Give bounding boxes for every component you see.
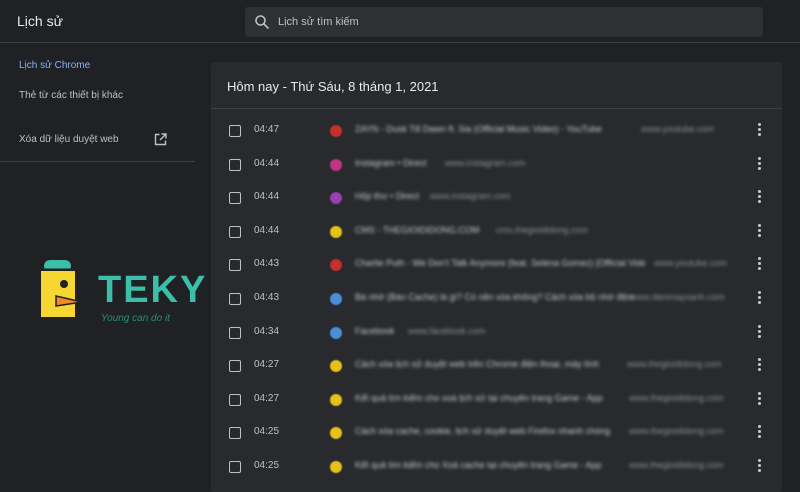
visit-time: 04:34 (254, 325, 280, 337)
history-row[interactable]: 04:27 Kết quả tìm kiếm cho xoá lịch sử tạ… (211, 384, 782, 417)
domain-label: www.youtube.com (641, 124, 715, 134)
row-checkbox[interactable] (229, 326, 241, 339)
history-row[interactable]: 04:43 Bà nhớ (Bàn Cache) là gì? Có nên xó… (211, 283, 782, 316)
visit-time: 04:44 (254, 224, 280, 236)
sidebar-divider (0, 161, 195, 162)
more-actions-icon[interactable] (756, 123, 762, 139)
row-checkbox[interactable] (229, 427, 241, 440)
page-link[interactable]: Kết quả tìm kiếm cho Xoá cache tại chuyê… (355, 460, 602, 470)
history-card: Hôm nay - Thứ Sáu, 8 tháng 1, 2021 04:47… (211, 62, 782, 492)
more-actions-icon[interactable] (756, 358, 762, 374)
more-actions-icon[interactable] (756, 324, 762, 341)
domain-label: www.thegioididong.com (627, 359, 722, 370)
visit-time: 04:44 (254, 191, 280, 203)
teky-wordmark: TEKY (98, 269, 207, 311)
history-row[interactable]: 04:44 CMS - THEGIOIDIDONG.COM cms.thegioid… (211, 216, 782, 249)
domain-label: www.instagram.com (430, 191, 511, 202)
row-checkbox[interactable] (229, 360, 241, 373)
visit-time: 04:43 (254, 292, 280, 303)
more-actions-icon[interactable] (756, 257, 762, 273)
visit-time: 04:44 (254, 157, 280, 169)
visit-time: 04:25 (254, 460, 280, 471)
sidebar-item-clear-browsing-data[interactable]: Xóa dữ liệu duyệt web (19, 134, 119, 145)
page-link[interactable]: Cách xóa cache, cookie, lịch sử duyệt we… (355, 426, 610, 436)
more-actions-icon[interactable] (756, 190, 762, 206)
more-actions-icon[interactable] (756, 156, 762, 173)
more-actions-icon[interactable] (756, 459, 762, 475)
row-checkbox[interactable] (229, 225, 241, 238)
domain-label: www.thegioididong.com (629, 460, 724, 470)
visit-time: 04:25 (254, 426, 280, 438)
domain-label: www.youtube.com (654, 258, 728, 269)
site-favicon-icon (330, 293, 342, 305)
page-link[interactable]: Cách xóa lịch sử duyệt web trên Chrome đ… (355, 359, 599, 369)
page-link[interactable]: Facebook (355, 326, 395, 336)
page-link[interactable]: Instagram • Direct (355, 158, 427, 168)
site-favicon-icon (330, 225, 342, 238)
site-favicon-icon (330, 158, 342, 171)
more-actions-icon[interactable] (756, 223, 762, 240)
visit-time: 04:27 (254, 392, 280, 404)
site-favicon-icon (330, 393, 342, 406)
history-row[interactable]: 04:25 Kết quả tìm kiếm cho Xoá cache tại … (211, 451, 782, 484)
page-title: Lịch sử (17, 13, 63, 29)
site-favicon-icon (330, 360, 342, 373)
page-link[interactable]: CMS - THEGIOIDIDONG.COM (355, 225, 479, 235)
row-checkbox[interactable] (229, 461, 241, 473)
page-link[interactable]: Charlie Puth - We Don't Talk Anymore (fe… (355, 258, 645, 268)
page-link[interactable]: Kết quả tìm kiếm cho xoá lịch sử tại chu… (355, 393, 603, 403)
row-checkbox[interactable] (229, 192, 241, 205)
history-row[interactable]: 04:43 Charlie Puth - We Don't Talk Anymor… (211, 249, 782, 282)
history-row[interactable]: 04:47 ZAYN - Dusk Till Dawn ft. Sia (Offi… (211, 115, 782, 148)
page-link[interactable]: Bà nhớ (Bàn Cache) là gì? Có nên xóa khô… (355, 292, 634, 302)
history-row[interactable]: 04:25 Cách xóa cache, cookie, lịch sử duy… (211, 417, 782, 450)
site-favicon-icon (330, 427, 342, 440)
site-favicon-icon (330, 125, 342, 137)
more-actions-icon[interactable] (756, 425, 762, 441)
domain-label: www.thegioididong.com (629, 392, 724, 403)
more-actions-icon[interactable] (756, 391, 762, 408)
history-row[interactable]: 04:44 Instagram • Direct www.instagram.com (211, 149, 782, 182)
card-divider (211, 108, 782, 109)
row-checkbox[interactable] (229, 158, 241, 171)
domain-label: cms.thegioididong.com (496, 224, 589, 235)
visit-time: 04:47 (254, 124, 280, 135)
page-link[interactable]: ZAYN - Dusk Till Dawn ft. Sia (Official … (355, 124, 602, 134)
site-favicon-icon (330, 259, 342, 272)
row-checkbox[interactable] (229, 393, 241, 406)
toolbar: Lịch sử (0, 0, 800, 43)
visit-time: 04:43 (254, 258, 280, 270)
external-link-icon[interactable] (154, 133, 167, 146)
row-checkbox[interactable] (229, 293, 241, 305)
search-icon (255, 15, 269, 29)
visit-time: 04:27 (254, 359, 280, 371)
history-row[interactable]: 04:27 Cách xóa lịch sử duyệt web trên Chr… (211, 350, 782, 383)
search-input[interactable] (278, 7, 748, 37)
site-favicon-icon (330, 461, 342, 473)
site-favicon-icon (330, 192, 342, 205)
teky-logo: TEKY Young can do it (20, 260, 207, 324)
domain-label: www.instagram.com (445, 157, 526, 168)
domain-label: www.thegioididong.com (629, 426, 724, 437)
sidebar-item-chrome-history[interactable]: Lịch sử Chrome (19, 60, 90, 71)
teky-tagline: Young can do it (101, 313, 171, 324)
row-checkbox[interactable] (229, 259, 241, 272)
history-row[interactable]: 04:34 Facebook www.facebook.com (211, 317, 782, 350)
page-link[interactable]: Hộp thư • Direct (355, 191, 419, 201)
history-row[interactable]: 04:44 Hộp thư • Direct www.instagram.com (211, 182, 782, 215)
domain-label: www.facebook.com (408, 325, 486, 336)
sidebar-item-tabs-other-devices[interactable]: Thẻ từ các thiết bị khác (19, 90, 123, 101)
date-heading: Hôm nay - Thứ Sáu, 8 tháng 1, 2021 (227, 79, 439, 94)
more-actions-icon[interactable] (756, 291, 762, 307)
search-box[interactable] (245, 7, 763, 37)
domain-label: www.dienmayxanh.com (630, 292, 725, 302)
site-favicon-icon (330, 326, 342, 339)
row-checkbox[interactable] (229, 125, 241, 137)
